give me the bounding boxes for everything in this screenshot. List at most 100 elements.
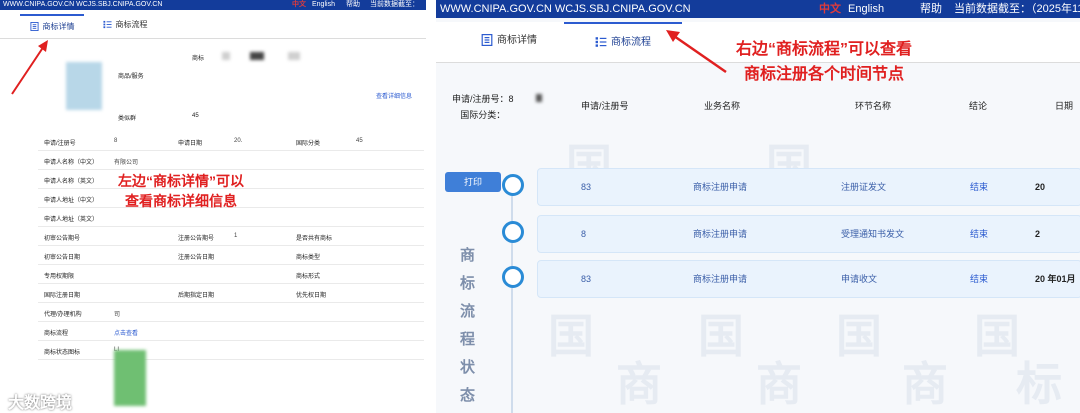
field-label: 代理/办理机构 bbox=[44, 312, 82, 318]
vertical-char: 流 bbox=[460, 302, 476, 320]
watermark-char: 商 bbox=[756, 357, 802, 411]
flow-cell-date: 20 年01月 bbox=[1035, 274, 1076, 284]
redacted bbox=[536, 94, 542, 102]
annotation-line: 右边“商标流程”可以查看 bbox=[736, 41, 913, 58]
row-divider bbox=[38, 150, 424, 151]
watermark-char: 商 bbox=[616, 357, 662, 411]
field-label: 商标状态图标 bbox=[44, 350, 81, 356]
tab-trademark-process[interactable]: 商标流程 bbox=[92, 14, 158, 36]
class-label: 类似群 bbox=[118, 116, 137, 122]
document-icon bbox=[29, 22, 39, 32]
goods-label: 商品/服务 bbox=[118, 74, 144, 80]
row-divider bbox=[38, 226, 424, 227]
list-icon bbox=[595, 36, 607, 48]
tab-label: 商标详情 bbox=[42, 22, 75, 31]
site-url[interactable]: WWW.CNIPA.GOV.CN WCJS.SBJ.CNIPA.GOV.CN bbox=[440, 0, 691, 18]
col-header: 日期 bbox=[1055, 101, 1074, 111]
field-label: 初审公告日期 bbox=[44, 255, 81, 261]
vertical-title: 商 标 流 程 状 态 bbox=[460, 241, 480, 409]
field-value: 8 bbox=[114, 138, 118, 144]
flow-cell-date: 2 bbox=[1035, 229, 1041, 239]
row-divider bbox=[38, 302, 424, 303]
col-header: 环节名称 bbox=[855, 101, 892, 111]
flow-cell-result: 结束 bbox=[970, 274, 989, 284]
site-url[interactable]: WWW.CNIPA.GOV.CN WCJS.SBJ.CNIPA.GOV.CN bbox=[3, 0, 162, 10]
watermark-char: 国 bbox=[974, 309, 1020, 363]
field-label: 申请人名称（中文） bbox=[44, 160, 99, 166]
tab-trademark-process[interactable]: 商标流程 bbox=[564, 22, 682, 62]
watermark-char: 国 bbox=[698, 309, 744, 363]
field-value[interactable]: 点击查看 bbox=[114, 328, 138, 337]
field-label: 申请人地址（中文） bbox=[44, 198, 99, 204]
tab-label: 商标流程 bbox=[611, 37, 651, 48]
site-topbar: WWW.CNIPA.GOV.CN WCJS.SBJ.CNIPA.GOV.CN 中… bbox=[436, 0, 1080, 18]
trademark-label: 商标 bbox=[192, 56, 205, 62]
col-header: 结论 bbox=[969, 101, 988, 111]
row-divider bbox=[38, 264, 424, 265]
lang-zh-link[interactable]: 中文 bbox=[292, 0, 306, 10]
flow-cell-reg: 83 bbox=[581, 274, 592, 284]
annotation-line: 查看商标详细信息 bbox=[125, 193, 237, 209]
flow-cell-business: 商标注册申请 bbox=[693, 229, 748, 239]
tab-trademark-detail[interactable]: 商标详情 bbox=[20, 14, 84, 38]
timeline-node-icon bbox=[502, 221, 524, 243]
flow-row: 83 商标注册申请 注册证发文 结束 20 bbox=[537, 168, 1080, 206]
row-divider bbox=[38, 283, 424, 284]
flow-cell-result: 结束 bbox=[970, 182, 989, 192]
annotation-line: 左边“商标详情”可以 bbox=[118, 173, 244, 189]
row-divider bbox=[38, 245, 424, 246]
help-link[interactable]: 帮助 bbox=[920, 0, 942, 18]
redacted bbox=[250, 52, 264, 60]
col-header: 业务名称 bbox=[704, 101, 741, 111]
field-label: 后期指定日期 bbox=[178, 293, 215, 299]
lang-zh-link[interactable]: 中文 bbox=[819, 0, 841, 18]
flow-row: 83 商标注册申请 申请收文 结束 20 年01月 bbox=[537, 260, 1080, 298]
field-label: 国际分类 bbox=[296, 141, 321, 147]
row-divider bbox=[38, 340, 424, 341]
tab-label: 商标详情 bbox=[497, 35, 537, 46]
annotation-line: 商标注册各个时间节点 bbox=[744, 66, 905, 83]
flow-cell-step: 受理通知书发文 bbox=[841, 229, 905, 239]
vertical-char: 态 bbox=[460, 386, 476, 404]
data-cutoff: 当前数据截至：（2025年11月 bbox=[954, 3, 1080, 15]
flow-cell-date: 20 bbox=[1035, 182, 1046, 192]
vertical-char: 状 bbox=[460, 358, 476, 376]
field-value: 有限公司 bbox=[114, 160, 139, 166]
row-divider bbox=[38, 169, 424, 170]
flow-cell-business: 商标注册申请 bbox=[693, 274, 748, 284]
field-label: 申请/注册号 bbox=[44, 141, 76, 147]
data-cutoff: 当前数据截至： bbox=[370, 1, 419, 8]
help-link[interactable]: 帮助 bbox=[346, 0, 360, 10]
more-info-link[interactable]: 查看详细信息 bbox=[376, 91, 412, 100]
field-value: 45 bbox=[356, 138, 363, 144]
annotation-detail: 左边“商标详情”可以 查看商标详细信息 bbox=[118, 171, 244, 211]
redacted bbox=[222, 52, 230, 60]
list-icon bbox=[102, 20, 112, 29]
class-value: 45 bbox=[192, 113, 199, 119]
flow-cell-step: 注册证发文 bbox=[841, 182, 887, 192]
watermark-char: 国 bbox=[836, 309, 882, 363]
field-label: 是否共有商标 bbox=[296, 236, 333, 242]
watermark-char: 商 bbox=[902, 357, 948, 411]
col-header: 申请/注册号 bbox=[581, 101, 629, 111]
tab-label: 商标流程 bbox=[115, 20, 148, 29]
field-label: 申请人名称（英文） bbox=[44, 179, 99, 185]
lang-en-link[interactable]: English bbox=[848, 0, 884, 18]
field-label: 优先权日期 bbox=[296, 293, 327, 299]
timeline-node-icon bbox=[502, 266, 524, 288]
lang-en-link[interactable]: English bbox=[312, 0, 335, 10]
info-box: 申请/注册号：8 国际分类： bbox=[452, 91, 514, 123]
tab-bar: 商标详情 商标流程 bbox=[0, 14, 426, 39]
watermark-char: 国 bbox=[548, 309, 594, 363]
flow-row: 8 商标注册申请 受理通知书发文 结束 2 bbox=[537, 215, 1080, 253]
field-label: 注册公告日期 bbox=[178, 255, 215, 261]
vertical-char: 标 bbox=[460, 274, 476, 292]
status-image bbox=[114, 350, 146, 406]
field-label: 初审公告期号 bbox=[44, 236, 81, 242]
right-screenshot-panel: WWW.CNIPA.GOV.CN WCJS.SBJ.CNIPA.GOV.CN 中… bbox=[436, 0, 1080, 413]
print-button[interactable]: 打印 bbox=[445, 172, 501, 192]
left-screenshot-panel: WWW.CNIPA.GOV.CN WCJS.SBJ.CNIPA.GOV.CN 中… bbox=[0, 0, 427, 413]
divider bbox=[426, 0, 436, 413]
tab-trademark-detail[interactable]: 商标详情 bbox=[456, 22, 562, 60]
vertical-char: 程 bbox=[460, 330, 476, 348]
